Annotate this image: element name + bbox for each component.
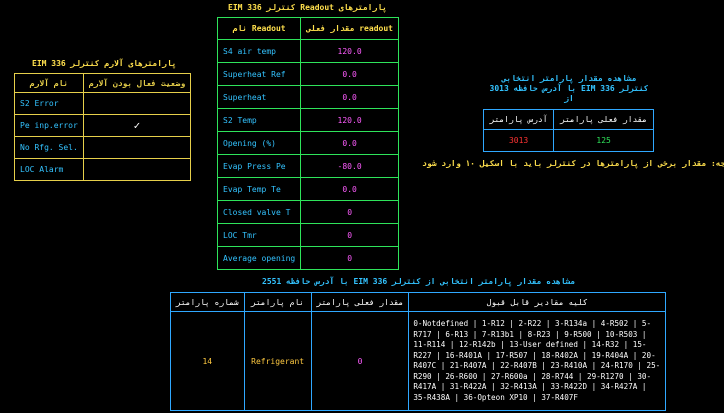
refrigerant-header-name: نام پارامتر — [243, 292, 312, 312]
refrigerant-current: 0 — [310, 311, 410, 411]
refrigerant-header-current: مقدار فعلی پارامتر — [310, 292, 410, 312]
readout-value: 0.0 — [300, 62, 399, 86]
readout-name: S2 Temp — [216, 108, 302, 132]
refrigerant-table: شماره پارامتر نام پارامتر مقدار فعلی پار… — [170, 292, 666, 411]
refrigerant-number: 14 — [170, 311, 245, 411]
check-icon: ✓ — [82, 114, 192, 137]
alarm-name: No Rfg. Sel. — [14, 136, 84, 159]
table-row: Closed valve T0 — [216, 200, 399, 224]
param-current: 125 — [553, 129, 654, 152]
readout-name: Superheat Ref — [216, 62, 302, 86]
table-row: Superheat 0.0 — [216, 85, 399, 109]
readout-header-name: نام Readout — [216, 17, 302, 40]
readout-value: -80.0 — [300, 154, 399, 178]
table-row: Average opening 0 — [216, 246, 399, 270]
alarm-name: Pe inp.error — [14, 114, 84, 137]
readout-value: 0.0 — [300, 177, 399, 201]
param-header-current: مقدار فعلی پارامتر — [553, 109, 654, 130]
readout-value: 0 — [300, 246, 399, 270]
readout-name: Evap Press Pe — [216, 154, 302, 178]
param-title-line2: کنترلر EIM 336 با آدرس حافظه 3013 — [489, 84, 649, 93]
param-address: 3013 — [482, 129, 555, 152]
table-row: 14 Refrigerant 0 0-Notdefined | 1-R12 | … — [170, 311, 666, 411]
readout-name: Evap Temp Te — [216, 177, 302, 201]
readout-title: پارامترهای Readout کنترلر EIM 336 — [228, 3, 387, 12]
readout-name: Superheat — [216, 85, 302, 109]
refrigerant-name: Refrigerant — [243, 311, 312, 411]
refrigerant-header-row: شماره پارامتر نام پارامتر مقدار فعلی پار… — [170, 292, 666, 312]
readout-value: 0.0 — [300, 85, 399, 109]
alarm-name: LOC Alarm — [14, 158, 84, 181]
alarm-header-status: وضعیت فعال بودن آلارم — [82, 73, 192, 93]
param-title-line1: مشاهده مقدار پارامتر انتخابی — [501, 74, 637, 83]
alarm-header-row: نام آلارم وضعیت فعال بودن آلارم — [14, 73, 192, 93]
alarm-header-name: نام آلارم — [14, 73, 84, 93]
table-row: Opening (%) 0.0 — [216, 131, 399, 155]
readout-header-row: نام Readout مقدار فعلی readout — [216, 17, 399, 40]
table-row: Superheat Ref 0.0 — [216, 62, 399, 86]
table-row: S2 Error — [14, 92, 192, 115]
table-row: Evap Press Pe -80.0 — [216, 154, 399, 178]
readout-value: 120.0 — [300, 108, 399, 132]
readout-name: LOC Tmr — [216, 223, 302, 247]
readout-header-value: مقدار فعلی readout — [300, 17, 399, 40]
param-header-row: آدرس پارامتر مقدار فعلی پارامتر — [482, 109, 654, 130]
param-table: آدرس پارامتر مقدار فعلی پارامتر 3013 125 — [482, 109, 654, 152]
table-row: 3013 125 — [482, 129, 654, 152]
readout-name: Opening (%) — [216, 131, 302, 155]
scale-note: توجه: مقدار برخی از پارامترها در کنترلر … — [422, 159, 724, 168]
alarm-status — [82, 158, 192, 181]
table-row: S2 Temp 120.0 — [216, 108, 399, 132]
alarm-name: S2 Error — [14, 92, 84, 115]
readout-name: S4 air temp — [216, 39, 302, 63]
param-title: مشاهده مقدار پارامتر انتخابی کنترلر EIM … — [480, 74, 658, 104]
alarm-status — [82, 136, 192, 159]
refrigerant-options: 0-Notdefined | 1-R12 | 2-R22 | 3-R134a |… — [408, 311, 666, 411]
refrigerant-header-options: کلیه مقادیر قابل قبول — [408, 292, 666, 312]
readout-value: 0 — [300, 200, 399, 224]
param-title-line3: از — [564, 94, 574, 103]
readout-name: Average opening — [216, 246, 302, 270]
readout-table: نام Readout مقدار فعلی readout S4 air te… — [216, 17, 399, 270]
alarm-title: پارامترهای آلارم کنترلر EIM 336 — [32, 59, 177, 68]
alarm-status — [82, 92, 192, 115]
table-row: LOC Tmr 0 — [216, 223, 399, 247]
param-header-address: آدرس پارامتر — [482, 109, 555, 130]
table-row: S4 air temp 120.0 — [216, 39, 399, 63]
readout-value: 120.0 — [300, 39, 399, 63]
table-row: Pe inp.error ✓ — [14, 114, 192, 137]
table-row: LOC Alarm — [14, 158, 192, 181]
readout-value: 0 — [300, 223, 399, 247]
alarm-table: نام آلارم وضعیت فعال بودن آلارم S2 Error… — [14, 73, 192, 181]
table-row: Evap Temp Te 0.0 — [216, 177, 399, 201]
table-row: No Rfg. Sel. — [14, 136, 192, 159]
refrigerant-header-number: شماره پارامتر — [170, 292, 245, 312]
readout-name: Closed valve T — [216, 200, 302, 224]
refrigerant-title: مشاهده مقدار پارامتر انتخابی از کنترلر E… — [262, 277, 576, 286]
readout-value: 0.0 — [300, 131, 399, 155]
